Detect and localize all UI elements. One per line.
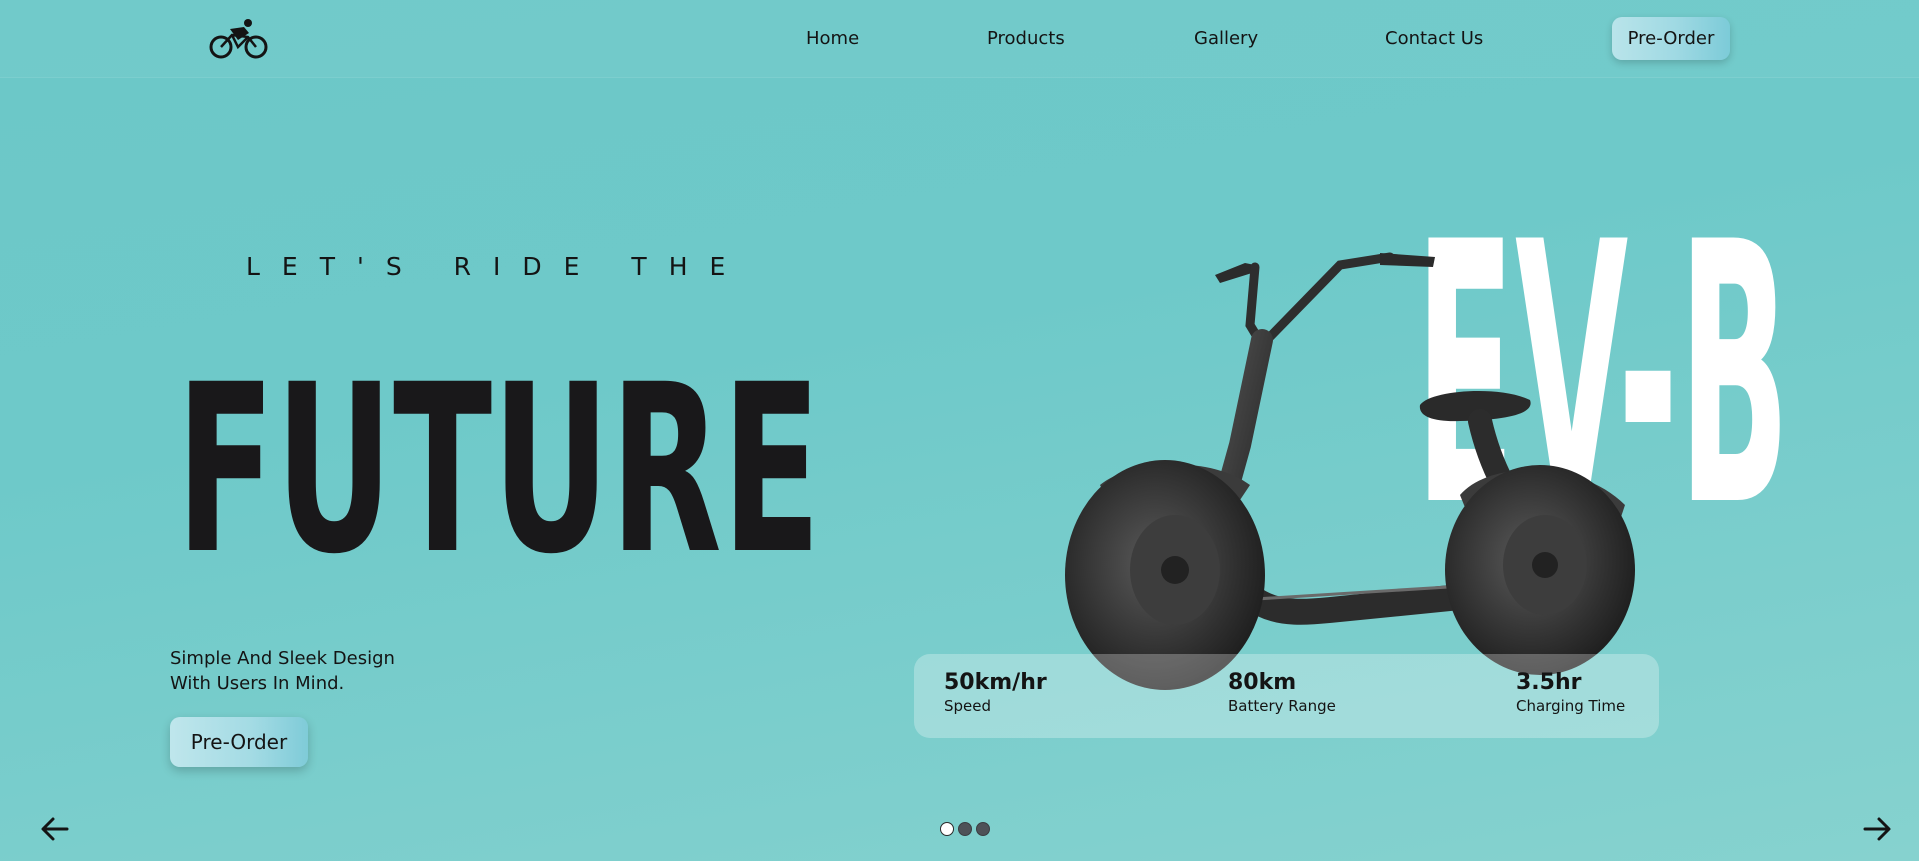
carousel-dot-2[interactable] (958, 822, 972, 836)
hero-subtitle-line1: Simple And Sleek Design (170, 648, 395, 669)
nav-contact-us[interactable]: Contact Us (1385, 28, 1483, 49)
spec-speed: 50km/hr Speed (944, 670, 1047, 715)
hero-preorder-button[interactable]: Pre-Order (170, 717, 308, 767)
hero-title: FUTURE (176, 335, 821, 570)
arrow-right-icon[interactable] (1862, 815, 1892, 843)
carousel-dot-1[interactable] (940, 822, 954, 836)
spec-speed-value: 50km/hr (944, 670, 1047, 695)
spec-battery-range-label: Battery Range (1228, 697, 1336, 715)
spec-speed-label: Speed (944, 697, 992, 715)
specs-panel: 50km/hr Speed 80km Battery Range 3.5hr C… (914, 654, 1659, 738)
nav-gallery[interactable]: Gallery (1194, 28, 1258, 49)
spec-charging-time-label: Charging Time (1516, 697, 1626, 715)
scooter-image (1065, 252, 1635, 690)
nav-home[interactable]: Home (806, 28, 859, 49)
carousel-dots (940, 822, 1000, 836)
hero-subtitle-line2: With Users In Mind. (170, 673, 345, 694)
carousel-dot-3[interactable] (976, 822, 990, 836)
spec-charging-time: 3.5hr Charging Time (1516, 670, 1625, 715)
hero-subtitle: Simple And Sleek Design With Users In Mi… (170, 646, 430, 696)
nav-products[interactable]: Products (987, 28, 1065, 49)
hero-tagline: LET'S RIDE THE (246, 252, 748, 281)
cyclist-icon[interactable] (208, 18, 270, 60)
spec-charging-time-value: 3.5hr (1516, 670, 1582, 695)
arrow-left-icon[interactable] (40, 815, 70, 843)
hero-title-text: FUTURE (176, 335, 821, 570)
nav-preorder-button[interactable]: Pre-Order (1612, 17, 1730, 60)
spec-battery-range: 80km Battery Range (1228, 670, 1336, 715)
navbar: Home Products Gallery Contact Us Pre-Ord… (0, 0, 1919, 78)
spec-battery-range-value: 80km (1228, 670, 1297, 695)
